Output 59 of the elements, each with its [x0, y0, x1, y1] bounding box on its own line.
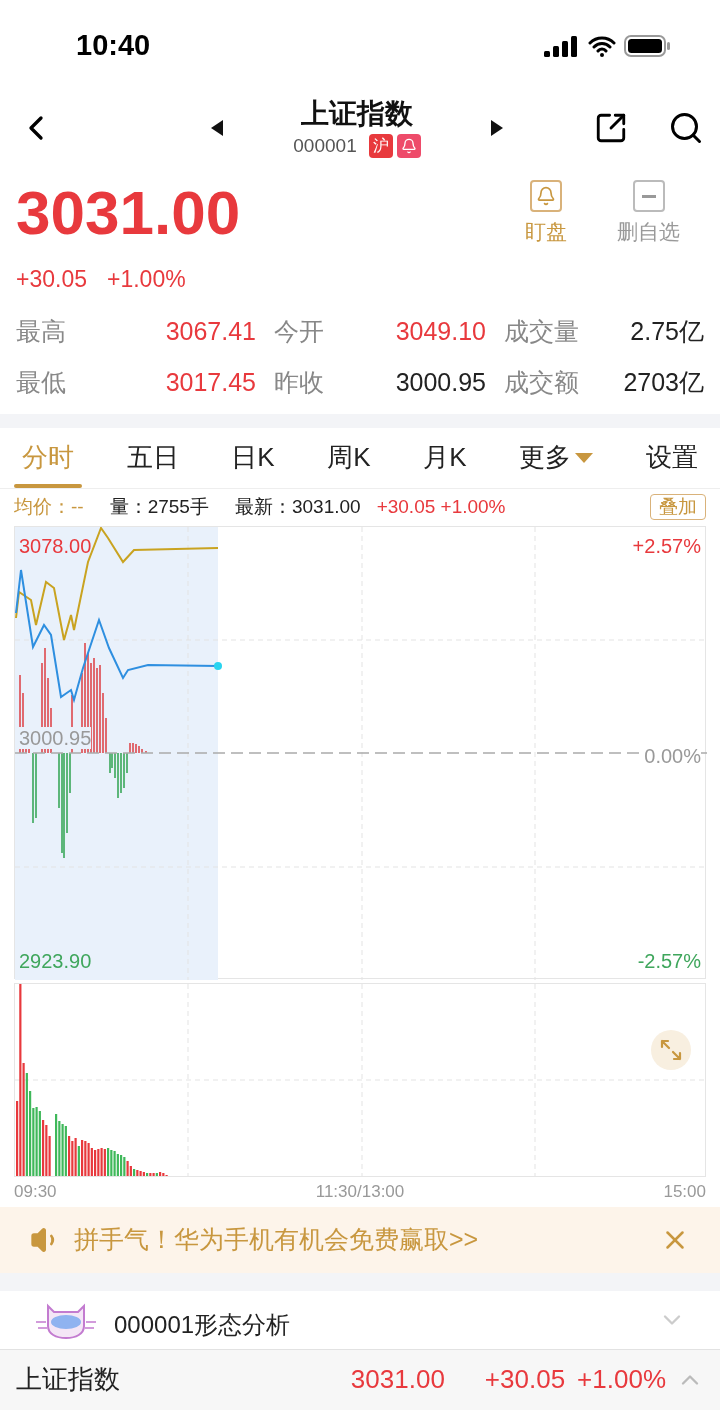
stat-label: 成交量 [503, 315, 580, 347]
latest-point [214, 661, 222, 670]
search-icon[interactable] [668, 110, 704, 146]
average-price: 均价：-- [14, 494, 84, 519]
stat-label: 昨收 [273, 367, 325, 398]
chart-tab[interactable]: 月K [415, 427, 475, 488]
battery-icon [624, 34, 672, 58]
wifi-icon [588, 35, 616, 57]
clock-time: 10:40 [76, 28, 151, 64]
expand-button[interactable] [651, 1029, 691, 1070]
index-code: 000001 [293, 133, 357, 158]
bottom-quote-bar[interactable]: 上证指数 3031.00 +30.05 +1.00% [0, 1348, 720, 1410]
percent-change: +1.00% [107, 265, 186, 294]
expand-icon [659, 1037, 683, 1062]
stat-value: 2703亿 [622, 367, 704, 398]
chart-tab[interactable]: 五日 [118, 427, 187, 488]
latest-price: 最新：3031.00 [234, 494, 361, 519]
chart-tab[interactable]: 周K [319, 427, 379, 488]
bottom-price: 3031.00 [350, 1363, 445, 1397]
stat-label: 最高 [16, 315, 67, 347]
stat-value: 2.75亿 [629, 315, 704, 347]
bottom-change: +30.05 [484, 1363, 566, 1397]
axis-label: -2.57% [637, 948, 701, 974]
bottom-percent: +1.00% [577, 1363, 666, 1397]
alert-badge[interactable] [396, 134, 421, 158]
analysis-title: 000001形态分析 [114, 1309, 292, 1340]
market-badge: 沪 [368, 134, 393, 158]
share-icon[interactable] [594, 111, 628, 145]
stat-value: 3000.95 [394, 367, 486, 398]
time-label: 15:00 [663, 1180, 706, 1203]
promo-text: 拼手气！华为手机有机会免费赢取>> [74, 1223, 480, 1255]
axis-label: +2.57% [632, 533, 701, 559]
index-title: 上证指数 [301, 96, 413, 131]
chart-tab[interactable]: 日K [223, 427, 283, 488]
bottom-index-name: 上证指数 [16, 1363, 121, 1397]
stat-label: 最低 [16, 367, 67, 398]
axis-label: 3000.95 [19, 726, 92, 749]
price-change: +30.05 [16, 265, 87, 294]
axis-label: 3078.00 [19, 533, 92, 559]
stat-value: 3067.41 [164, 315, 256, 347]
time-label: 11:30/13:00 [315, 1180, 405, 1203]
bell-icon [400, 138, 417, 154]
chart-tab[interactable]: 更多 [511, 427, 602, 488]
previous-arrow-icon[interactable] [211, 120, 224, 136]
signal-icon [544, 35, 580, 57]
bell-icon [530, 180, 562, 212]
time-label: 09:30 [14, 1180, 57, 1203]
caret-icon [575, 452, 594, 463]
next-arrow-icon[interactable] [490, 120, 503, 136]
stat-label: 今开 [273, 315, 325, 347]
minus-icon [632, 180, 665, 212]
stat-value: 3049.10 [394, 315, 486, 347]
stat-label: 成交额 [503, 367, 580, 398]
axis-label: 2923.90 [19, 948, 92, 974]
chart-tab[interactable]: 设置 [637, 427, 706, 488]
current-price: 3031.00 [16, 178, 241, 248]
volume-text: 量：2755手 [109, 494, 209, 519]
stat-value: 3017.45 [164, 367, 256, 398]
latest-change: +30.05 +1.00% [376, 494, 506, 519]
